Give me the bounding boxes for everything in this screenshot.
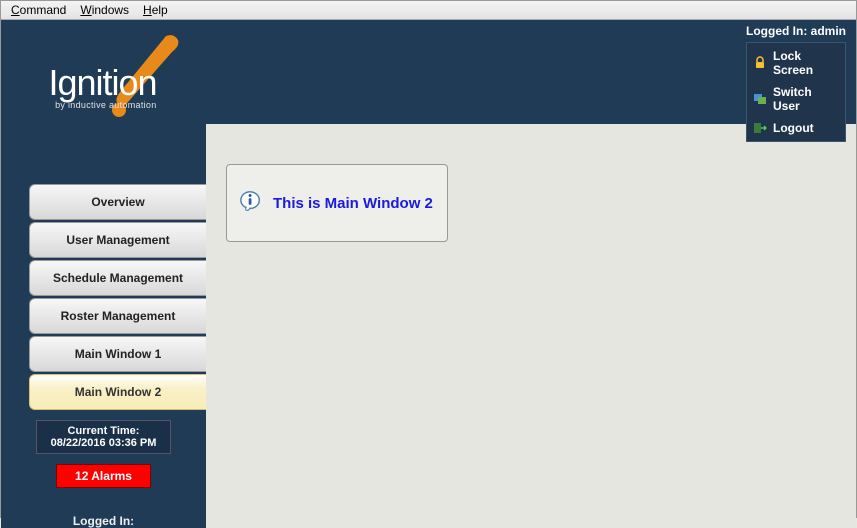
current-time-box: Current Time: 08/22/2016 03:36 PM — [36, 420, 172, 454]
footer-logged-in: Logged In: — [73, 514, 134, 528]
nav-main-window-2[interactable]: Main Window 2 — [29, 374, 206, 410]
nav-main-window-1[interactable]: Main Window 1 — [29, 336, 206, 372]
content-area: Logged In: admin Lock Screen Switch User — [206, 20, 856, 528]
menu-command[interactable]: Command — [7, 1, 76, 19]
current-time-label: Current Time: — [68, 425, 140, 437]
lock-screen-button[interactable]: Lock Screen — [749, 45, 843, 81]
info-text: This is Main Window 2 — [273, 195, 433, 212]
logout-label: Logout — [773, 121, 814, 135]
switch-user-button[interactable]: Switch User — [749, 81, 843, 117]
app-body: Ignition by inductive automation Overvie… — [1, 20, 856, 528]
lock-icon — [753, 56, 767, 70]
nav-roster-management[interactable]: Roster Management — [29, 298, 206, 334]
lock-screen-label: Lock Screen — [773, 49, 839, 77]
menubar: Command Windows Help — [1, 1, 856, 20]
nav-schedule-management[interactable]: Schedule Management — [29, 260, 206, 296]
sidebar-footer: Current Time: 08/22/2016 03:36 PM 12 Ala… — [1, 412, 206, 528]
menu-windows[interactable]: Windows — [76, 1, 139, 19]
logged-in-label: Logged In: admin — [746, 24, 846, 38]
switch-user-icon — [753, 92, 767, 106]
logo-area: Ignition by inductive automation — [1, 20, 206, 152]
logout-icon — [753, 121, 767, 135]
sidebar: Ignition by inductive automation Overvie… — [1, 20, 206, 528]
current-time-value: 08/22/2016 03:36 PM — [51, 437, 157, 449]
app-window: Command Windows Help Ignition by inducti… — [0, 0, 857, 518]
switch-user-label: Switch User — [773, 85, 839, 113]
info-card: This is Main Window 2 — [226, 164, 448, 242]
info-icon — [239, 190, 263, 217]
brand-name: Ignition — [48, 62, 156, 104]
alarms-button[interactable]: 12 Alarms — [56, 464, 151, 488]
user-panel: Logged In: admin Lock Screen Switch User — [746, 24, 846, 142]
user-buttons-group: Lock Screen Switch User Logout — [746, 42, 846, 142]
menu-help[interactable]: Help — [139, 1, 178, 19]
nav-area: Overview User Management Schedule Manage… — [1, 152, 206, 412]
logout-button[interactable]: Logout — [749, 117, 843, 139]
nav-overview[interactable]: Overview — [29, 184, 206, 220]
brand-tagline: by inductive automation — [48, 100, 156, 110]
nav-user-management[interactable]: User Management — [29, 222, 206, 258]
